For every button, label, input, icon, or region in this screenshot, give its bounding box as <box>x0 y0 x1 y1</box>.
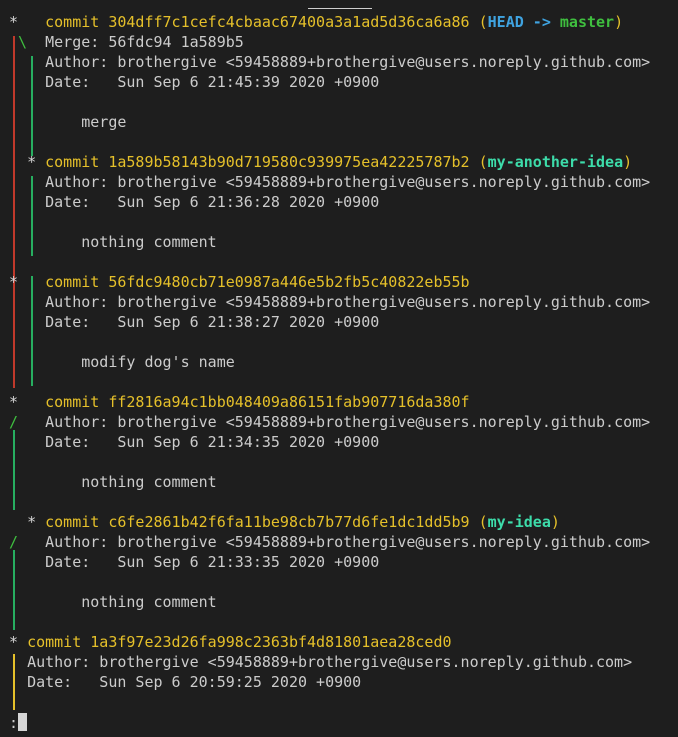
ref-branch: master <box>559 13 615 31</box>
commit-label: commit <box>45 393 100 411</box>
ref-open: ( <box>478 153 488 171</box>
commit-line: * commit 1a3f97e23d26fa998c2363bf4d81801… <box>9 632 452 652</box>
commit-line: * commit ff2816a94c1bb048409a86151fab907… <box>9 392 470 412</box>
ref-close: ) <box>550 513 560 531</box>
author-line: / Author: brothergive <59458889+brotherg… <box>9 532 650 552</box>
author-line: Author: brothergive <59458889+brothergiv… <box>9 292 650 312</box>
message-line: merge <box>9 112 126 132</box>
author-text: Author: brothergive <59458889+brothergiv… <box>27 653 633 671</box>
author-line: / Author: brothergive <59458889+brotherg… <box>9 412 650 432</box>
commit-message: nothing comment <box>81 233 217 251</box>
ref-head: HEAD <box>487 13 524 31</box>
commit-hash: 56fdc9480cb71e0987a446e5b2fb5c40822eb55b <box>108 273 470 291</box>
commit-message: merge <box>81 113 127 131</box>
commit-message: modify dog's name <box>81 353 235 371</box>
ref-open: ( <box>478 513 488 531</box>
graph-join-glyph: / <box>9 533 19 551</box>
graph-star: * <box>27 513 37 531</box>
date-line: Date: Sun Sep 6 21:34:35 2020 +0900 <box>9 432 379 452</box>
ref-open: ( <box>478 13 488 31</box>
graph-merge-glyph: \ <box>18 33 28 51</box>
ref-branch: my-idea <box>487 513 551 531</box>
merge-line: \ Merge: 56fdc94 1a589b5 <box>9 32 244 52</box>
message-line: nothing comment <box>9 232 217 252</box>
author-text: Author: brothergive <59458889+brothergiv… <box>45 293 651 311</box>
graph-star: * <box>9 13 19 31</box>
message-line: nothing comment <box>9 472 217 492</box>
author-line: Author: brothergive <59458889+brothergiv… <box>9 52 650 72</box>
merge-text: Merge: 56fdc94 1a589b5 <box>45 33 244 51</box>
date-line: Date: Sun Sep 6 21:38:27 2020 +0900 <box>9 312 379 332</box>
commit-line: * commit 1a589b58143b90d719580c939975ea4… <box>9 152 632 172</box>
graph-star: * <box>9 273 19 291</box>
commit-line: * commit 56fdc9480cb71e0987a446e5b2fb5c4… <box>9 272 470 292</box>
ref-close: ) <box>614 13 624 31</box>
date-text: Date: Sun Sep 6 21:33:35 2020 +0900 <box>45 553 380 571</box>
author-line: Author: brothergive <59458889+brothergiv… <box>9 172 650 192</box>
terminal-output[interactable]: * commit 304dff7c1cefc4cbaac67400a3a1ad5… <box>0 0 678 737</box>
pager-prompt[interactable]: : <box>9 713 28 733</box>
commit-label: commit <box>45 513 100 531</box>
date-text: Date: Sun Sep 6 21:38:27 2020 +0900 <box>45 313 380 331</box>
commit-label: commit <box>27 633 82 651</box>
ref-arrow: -> <box>532 13 551 31</box>
commit-line: * commit c6fe2861b42f6fa11be98cb7b77d6fe… <box>9 512 560 532</box>
commit-label: commit <box>45 13 100 31</box>
commit-message: nothing comment <box>81 473 217 491</box>
graph-join-glyph: / <box>9 413 19 431</box>
graph-star: * <box>9 633 19 651</box>
pager-prompt-char: : <box>9 714 19 732</box>
message-line: nothing comment <box>9 592 217 612</box>
author-text: Author: brothergive <59458889+brothergiv… <box>45 53 651 71</box>
author-text: Author: brothergive <59458889+brothergiv… <box>45 173 651 191</box>
commit-message: nothing comment <box>81 593 217 611</box>
commit-label: commit <box>45 153 100 171</box>
cursor-block <box>18 713 28 731</box>
graph-star: * <box>27 153 37 171</box>
date-text: Date: Sun Sep 6 21:45:39 2020 +0900 <box>45 73 380 91</box>
commit-hash: 1a589b58143b90d719580c939975ea42225787b2 <box>108 153 470 171</box>
commit-hash: c6fe2861b42f6fa11be98cb7b77d6fe1dc1dd5b9 <box>108 513 470 531</box>
commit-label: commit <box>45 273 100 291</box>
commit-line: * commit 304dff7c1cefc4cbaac67400a3a1ad5… <box>9 12 623 32</box>
author-line: Author: brothergive <59458889+brothergiv… <box>9 652 632 672</box>
date-text: Date: Sun Sep 6 21:34:35 2020 +0900 <box>45 433 380 451</box>
date-line: Date: Sun Sep 6 20:59:25 2020 +0900 <box>9 672 361 692</box>
date-text: Date: Sun Sep 6 20:59:25 2020 +0900 <box>27 673 362 691</box>
date-text: Date: Sun Sep 6 21:36:28 2020 +0900 <box>45 193 380 211</box>
ref-close: ) <box>623 153 633 171</box>
graph-star: * <box>9 393 19 411</box>
commit-hash: 1a3f97e23d26fa998c2363bf4d81801aea28ced0 <box>90 633 452 651</box>
message-line: modify dog's name <box>9 352 235 372</box>
author-text: Author: brothergive <59458889+brothergiv… <box>45 413 651 431</box>
commit-hash: ff2816a94c1bb048409a86151fab907716da380f <box>108 393 470 411</box>
date-line: Date: Sun Sep 6 21:33:35 2020 +0900 <box>9 552 379 572</box>
ref-branch: my-another-idea <box>487 153 624 171</box>
author-text: Author: brothergive <59458889+brothergiv… <box>45 533 651 551</box>
commit-hash: 304dff7c1cefc4cbaac67400a3a1ad5d36ca6a86 <box>108 13 470 31</box>
date-line: Date: Sun Sep 6 21:36:28 2020 +0900 <box>9 192 379 212</box>
date-line: Date: Sun Sep 6 21:45:39 2020 +0900 <box>9 72 379 92</box>
